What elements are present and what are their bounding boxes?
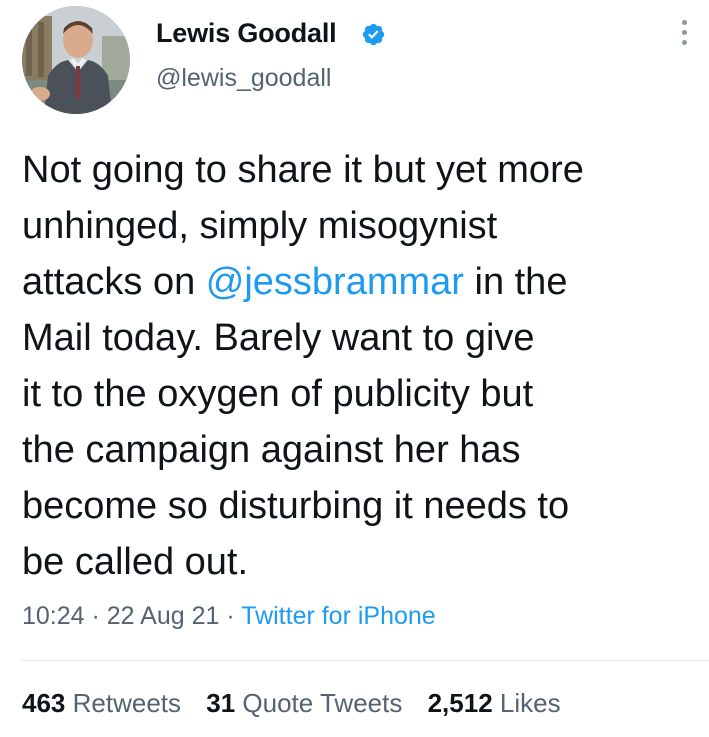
tweet-line: become so disturbing it needs to bbox=[22, 478, 702, 534]
author-name[interactable]: Lewis Goodall bbox=[156, 18, 337, 49]
tweet-text-segment: Mail today. Barely want to give bbox=[22, 317, 535, 359]
tweet-text-segment: be called out. bbox=[22, 541, 249, 583]
tweet-line: attacks on @jessbrammar in the bbox=[22, 254, 702, 310]
tweet-line: unhinged, simply misogynist bbox=[22, 198, 702, 254]
likes-label: Likes bbox=[499, 688, 561, 718]
tweet-text-segment: it to the oxygen of publicity but bbox=[22, 373, 534, 415]
verified-badge-icon bbox=[362, 23, 385, 46]
tweet-text-segment: unhinged, simply misogynist bbox=[22, 205, 498, 247]
meta-separator: · bbox=[84, 602, 107, 630]
author-handle[interactable]: @lewis_goodall bbox=[156, 64, 331, 93]
quote-tweets-label: Quote Tweets bbox=[242, 688, 403, 718]
tweet-date[interactable]: 22 Aug 21 bbox=[107, 602, 220, 630]
tweet-text-segment: the campaign against her has bbox=[22, 429, 521, 471]
divider bbox=[22, 660, 709, 661]
tweet-line: it to the oxygen of publicity but bbox=[22, 366, 702, 422]
avatar[interactable] bbox=[22, 6, 130, 114]
tweet-text-segment: in the bbox=[463, 261, 568, 303]
likes-count: 2,512 bbox=[427, 688, 493, 718]
tweet-text-segment: Not going to share it but yet more bbox=[22, 149, 584, 191]
tweet-source-link[interactable]: Twitter for iPhone bbox=[241, 602, 436, 630]
meta-separator: · bbox=[219, 602, 242, 630]
tweet-line: be called out. bbox=[22, 534, 702, 590]
tweet-line: Mail today. Barely want to give bbox=[22, 310, 702, 366]
tweet-time[interactable]: 10:24 bbox=[22, 602, 85, 630]
tweet-line: the campaign against her has bbox=[22, 422, 702, 478]
avatar-photo bbox=[22, 6, 130, 114]
tweet-line: Not going to share it but yet more bbox=[22, 142, 702, 198]
tweet-card: Lewis Goodall @lewis_goodall Not going t… bbox=[0, 0, 709, 737]
retweets-label: Retweets bbox=[72, 688, 182, 718]
quote-tweets-count: 31 bbox=[206, 688, 236, 718]
mention-link[interactable]: @jessbrammar bbox=[206, 261, 464, 303]
likes-stat[interactable]: 2,512 Likes bbox=[428, 688, 561, 718]
engagement-stats: 463 Retweets 31 Quote Tweets 2,512 Likes bbox=[22, 688, 579, 719]
tweet-metadata: 10:24 · 22 Aug 21 · Twitter for iPhone bbox=[22, 602, 436, 631]
retweets-stat[interactable]: 463 Retweets bbox=[22, 688, 181, 718]
tweet-text-segment: attacks on bbox=[22, 261, 206, 303]
more-options-icon[interactable] bbox=[676, 20, 692, 52]
retweets-count: 463 bbox=[22, 688, 66, 718]
quote-tweets-stat[interactable]: 31 Quote Tweets bbox=[206, 688, 402, 718]
tweet-text: Not going to share it but yet more unhin… bbox=[22, 142, 702, 590]
tweet-text-segment: become so disturbing it needs to bbox=[22, 485, 570, 527]
